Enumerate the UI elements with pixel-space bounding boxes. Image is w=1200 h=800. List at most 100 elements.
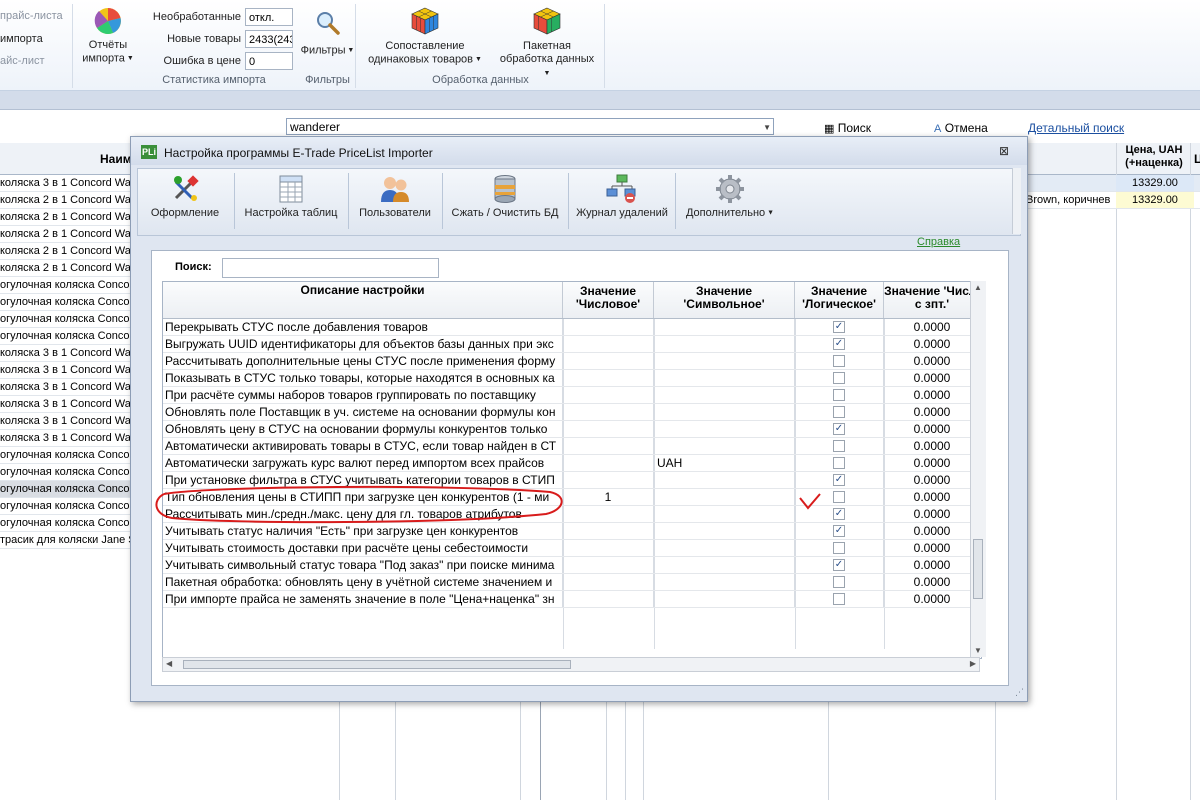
settings-row[interactable]: Перекрывать СТУС после добавления товаро… — [163, 319, 981, 336]
dialog-titlebar[interactable]: PLi Настройка программы E-Trade PriceLis… — [131, 137, 1027, 165]
checkbox-unchecked[interactable] — [833, 354, 845, 367]
checkbox-checked[interactable]: ✓ — [833, 524, 845, 537]
ribbon-item-sheet[interactable]: айс-лист — [0, 55, 45, 67]
settings-row[interactable]: Выгружать UUID идентификаторы для объект… — [163, 336, 981, 353]
batch-processing-button[interactable]: Пакетная обработка данных ▼ — [497, 6, 597, 80]
setting-description[interactable]: Выгружать UUID идентификаторы для объект… — [163, 336, 563, 352]
settings-row[interactable]: Рассчитывать мин./средн./макс. цену для … — [163, 506, 981, 523]
setting-logical-value[interactable] — [795, 455, 884, 471]
setting-description[interactable]: Обновлять цену в СТУС на основании форму… — [163, 421, 563, 437]
cancel-search-button[interactable]: A Отмена — [934, 121, 988, 135]
toolbar-scrollbar[interactable] — [1012, 168, 1021, 234]
settings-row[interactable]: Автоматически загружать курс валют перед… — [163, 455, 981, 472]
checkbox-checked[interactable]: ✓ — [833, 422, 845, 435]
setting-description[interactable]: Обновлять поле Поставщик в уч. системе н… — [163, 404, 563, 420]
setting-description[interactable]: Учитывать символьный статус товара "Под … — [163, 557, 563, 573]
settings-row[interactable]: Учитывать статус наличия "Есть" при загр… — [163, 523, 981, 540]
setting-logical-value[interactable] — [795, 353, 884, 369]
setting-decimal-value[interactable]: 0.0000 — [884, 404, 981, 420]
setting-numeric-value[interactable] — [563, 574, 654, 590]
setting-decimal-value[interactable]: 0.0000 — [884, 489, 981, 505]
setting-symbolic-value[interactable] — [654, 370, 795, 386]
scrollbar-thumb[interactable] — [973, 539, 983, 599]
additional-button[interactable]: Дополнительно ▼ — [679, 171, 781, 231]
deletion-log-button[interactable]: Журнал удалений — [572, 171, 672, 231]
table-row[interactable]: коляска 2 в 1 Concord Wande — [0, 243, 133, 260]
table-row[interactable]: коляска 2 в 1 Concord Wande — [0, 260, 133, 277]
product-search-combo[interactable]: wanderer ▼ — [286, 118, 774, 135]
column-header-numeric[interactable]: Значение 'Числовое' — [563, 282, 654, 318]
settings-row[interactable]: Показывать в СТУС только товары, которые… — [163, 370, 981, 387]
setting-description[interactable]: Пакетная обработка: обновлять цену в учё… — [163, 574, 563, 590]
setting-numeric-value[interactable] — [563, 472, 654, 488]
table-settings-button[interactable]: Настройка таблиц — [238, 171, 344, 231]
checkbox-unchecked[interactable] — [833, 490, 845, 503]
setting-description[interactable]: Автоматически активировать товары в СТУС… — [163, 438, 563, 454]
setting-symbolic-value[interactable] — [654, 353, 795, 369]
grid-vertical-scrollbar[interactable]: ▲ ▼ — [970, 281, 986, 657]
table-row[interactable]: коляска 3 в 1 Concord Wande — [0, 379, 133, 396]
setting-symbolic-value[interactable] — [654, 557, 795, 573]
compare-products-button[interactable]: Сопоставление одинаковых товаров ▼ — [361, 6, 489, 66]
setting-decimal-value[interactable]: 0.0000 — [884, 370, 981, 386]
scroll-left-icon[interactable]: ◀ — [166, 659, 172, 668]
setting-logical-value[interactable]: ✓ — [795, 506, 884, 522]
column-header-logical[interactable]: Значение 'Логическое' — [795, 282, 884, 318]
setting-numeric-value[interactable] — [563, 591, 654, 607]
column-header-symbolic[interactable]: Значение 'Символьное' — [654, 282, 795, 318]
table-row[interactable]: коляска 2 в 1 Concord Wande — [0, 226, 133, 243]
checkbox-unchecked[interactable] — [833, 541, 845, 554]
setting-numeric-value[interactable] — [563, 421, 654, 437]
setting-logical-value[interactable] — [795, 404, 884, 420]
column-header-description[interactable]: Описание настройки — [163, 282, 563, 318]
table-row[interactable]: коляска 3 в 1 Concord Wande — [0, 396, 133, 413]
settings-row[interactable]: Учитывать стоимость доставки при расчёте… — [163, 540, 981, 557]
setting-decimal-value[interactable]: 0.0000 — [884, 557, 981, 573]
table-row-selected[interactable]: огулочная коляска Concor — [0, 481, 133, 498]
setting-symbolic-value[interactable] — [654, 336, 795, 352]
detailed-search-link[interactable]: Детальный поиск — [1028, 121, 1124, 135]
setting-decimal-value[interactable]: 0.0000 — [884, 472, 981, 488]
checkbox-unchecked[interactable] — [833, 592, 845, 605]
setting-description[interactable]: Показывать в СТУС только товары, которые… — [163, 370, 563, 386]
setting-description[interactable]: При импорте прайса не заменять значение … — [163, 591, 563, 607]
compress-db-button[interactable]: Сжать / Очистить БД — [446, 171, 564, 231]
setting-description[interactable]: Тип обновления цены в СТИПП при загрузке… — [163, 489, 563, 505]
setting-logical-value[interactable]: ✓ — [795, 523, 884, 539]
settings-row[interactable]: Тип обновления цены в СТИПП при загрузке… — [163, 489, 981, 506]
table-row[interactable]: трасик для коляски Jane S — [0, 532, 133, 549]
setting-logical-value[interactable]: ✓ — [795, 336, 884, 352]
checkbox-unchecked[interactable] — [833, 439, 845, 452]
setting-description[interactable]: Учитывать статус наличия "Есть" при загр… — [163, 523, 563, 539]
setting-numeric-value[interactable] — [563, 506, 654, 522]
setting-logical-value[interactable] — [795, 438, 884, 454]
settings-row[interactable]: При установке фильтра в СТУС учитывать к… — [163, 472, 981, 489]
grid-horizontal-scrollbar[interactable]: ◀ ▶ — [162, 657, 980, 672]
setting-logical-value[interactable]: ✓ — [795, 319, 884, 335]
table-row[interactable]: огулочная коляска Concor — [0, 277, 133, 294]
table-row[interactable]: коляска 2 в 1 Concord Wande — [0, 192, 133, 209]
table-row[interactable]: огулочная коляска Concor — [0, 464, 133, 481]
setting-numeric-value[interactable] — [563, 319, 654, 335]
ribbon-item-import[interactable]: импорта — [0, 33, 43, 45]
setting-decimal-value[interactable]: 0.0000 — [884, 387, 981, 403]
setting-numeric-value[interactable] — [563, 455, 654, 471]
settings-row[interactable]: При импорте прайса не заменять значение … — [163, 591, 981, 608]
setting-description[interactable]: Автоматически загружать курс валют перед… — [163, 455, 563, 471]
table-row[interactable]: 13329.00 — [1026, 175, 1200, 192]
settings-row[interactable]: Автоматически активировать товары в СТУС… — [163, 438, 981, 455]
settings-row[interactable]: Учитывать символьный статус товара "Под … — [163, 557, 981, 574]
checkbox-unchecked[interactable] — [833, 371, 845, 384]
setting-decimal-value[interactable]: 0.0000 — [884, 574, 981, 590]
setting-logical-value[interactable]: ✓ — [795, 472, 884, 488]
checkbox-unchecked[interactable] — [833, 575, 845, 588]
setting-description[interactable]: Рассчитывать дополнительные цены СТУС по… — [163, 353, 563, 369]
checkbox-checked[interactable]: ✓ — [833, 320, 845, 333]
setting-decimal-value[interactable]: 0.0000 — [884, 540, 981, 556]
dropdown-arrow-icon[interactable]: ▼ — [763, 119, 771, 136]
setting-symbolic-value[interactable] — [654, 319, 795, 335]
import-reports-button[interactable]: Отчёты импорта ▼ — [75, 6, 141, 65]
ribbon-item-pricelist[interactable]: прайс-листа — [0, 10, 63, 22]
setting-logical-value[interactable]: ✓ — [795, 557, 884, 573]
setting-numeric-value[interactable] — [563, 523, 654, 539]
